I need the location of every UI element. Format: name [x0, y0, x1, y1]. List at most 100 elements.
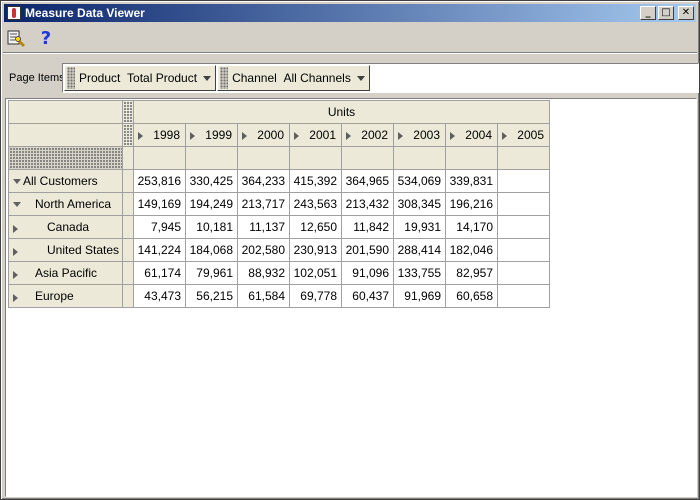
- expand-icon[interactable]: [13, 271, 18, 279]
- help-icon[interactable]: ?: [35, 27, 57, 49]
- data-cell[interactable]: 288,414: [393, 238, 446, 262]
- drag-handle-icon[interactable]: [122, 100, 134, 124]
- data-cell[interactable]: 194,249: [185, 192, 238, 216]
- data-cell[interactable]: 534,069: [393, 169, 446, 193]
- column-header-year[interactable]: 1998: [133, 123, 186, 147]
- product-dimension-chip[interactable]: Product Total Product: [64, 65, 217, 91]
- data-cell[interactable]: 7,945: [133, 215, 186, 239]
- expand-icon[interactable]: [13, 294, 18, 302]
- data-cell[interactable]: 133,755: [393, 261, 446, 285]
- data-cell[interactable]: 61,174: [133, 261, 186, 285]
- data-cell[interactable]: 364,965: [341, 169, 394, 193]
- expand-right-icon[interactable]: [450, 132, 455, 140]
- row-header[interactable]: North America: [8, 192, 123, 216]
- query-wizard-icon[interactable]: [5, 27, 27, 49]
- data-cell[interactable]: 415,392: [289, 169, 342, 193]
- data-cell[interactable]: 213,432: [341, 192, 394, 216]
- year-label: 2004: [465, 128, 492, 142]
- data-cell[interactable]: 79,961: [185, 261, 238, 285]
- data-cell[interactable]: 82,957: [445, 261, 498, 285]
- data-cell[interactable]: 230,913: [289, 238, 342, 262]
- drag-handle-icon[interactable]: [67, 67, 75, 89]
- expand-icon[interactable]: [13, 248, 18, 256]
- data-cell[interactable]: 61,584: [237, 284, 290, 308]
- close-button[interactable]: ✕: [678, 6, 694, 20]
- drag-handle-icon[interactable]: [122, 123, 134, 147]
- data-cell[interactable]: 10,181: [185, 215, 238, 239]
- data-cell[interactable]: 149,169: [133, 192, 186, 216]
- data-cell[interactable]: 308,345: [393, 192, 446, 216]
- column-header-year[interactable]: 2004: [445, 123, 498, 147]
- data-cell[interactable]: 184,068: [185, 238, 238, 262]
- data-cell[interactable]: 11,137: [237, 215, 290, 239]
- data-cell[interactable]: [497, 215, 550, 239]
- column-header-year[interactable]: 2005: [497, 123, 550, 147]
- data-cell[interactable]: 11,842: [341, 215, 394, 239]
- data-cell[interactable]: 196,216: [445, 192, 498, 216]
- drag-handle-icon[interactable]: [220, 67, 229, 89]
- row-header[interactable]: Canada: [8, 215, 123, 239]
- data-cell[interactable]: 56,215: [185, 284, 238, 308]
- row-header[interactable]: Asia Pacific: [8, 261, 123, 285]
- help-glyph: ?: [40, 27, 52, 49]
- expand-right-icon[interactable]: [502, 132, 507, 140]
- expand-right-icon[interactable]: [294, 132, 299, 140]
- channel-dimension-value: All Channels: [283, 71, 351, 85]
- expand-right-icon[interactable]: [190, 132, 195, 140]
- data-cell[interactable]: 243,563: [289, 192, 342, 216]
- column-header-year[interactable]: 1999: [185, 123, 238, 147]
- page-items-bar: Page Items Product Total Product Channel…: [9, 63, 699, 93]
- data-cell[interactable]: 12,650: [289, 215, 342, 239]
- expand-right-icon[interactable]: [398, 132, 403, 140]
- expand-right-icon[interactable]: [346, 132, 351, 140]
- row-header[interactable]: All Customers: [8, 169, 123, 193]
- row-header[interactable]: Europe: [8, 284, 123, 308]
- data-cell[interactable]: [497, 192, 550, 216]
- data-cell[interactable]: [497, 238, 550, 262]
- column-header-year[interactable]: 2000: [237, 123, 290, 147]
- data-cell[interactable]: 102,051: [289, 261, 342, 285]
- collapse-icon[interactable]: [13, 202, 21, 207]
- expand-right-icon[interactable]: [138, 132, 143, 140]
- data-cell[interactable]: 19,931: [393, 215, 446, 239]
- data-cell[interactable]: 91,969: [393, 284, 446, 308]
- header-strip: [445, 146, 498, 170]
- data-cell[interactable]: 330,425: [185, 169, 238, 193]
- data-cell[interactable]: [497, 284, 550, 308]
- column-header-year[interactable]: 2003: [393, 123, 446, 147]
- expand-icon[interactable]: [13, 225, 18, 233]
- data-cell[interactable]: 182,046: [445, 238, 498, 262]
- maximize-button[interactable]: □: [658, 6, 674, 20]
- chevron-down-icon[interactable]: [203, 75, 212, 81]
- data-cell[interactable]: 69,778: [289, 284, 342, 308]
- data-cell[interactable]: 339,831: [445, 169, 498, 193]
- data-cell[interactable]: 364,233: [237, 169, 290, 193]
- data-cell[interactable]: 141,224: [133, 238, 186, 262]
- data-cell[interactable]: 60,437: [341, 284, 394, 308]
- data-cell[interactable]: 43,473: [133, 284, 186, 308]
- page-items-drop-area[interactable]: Product Total Product Channel All Channe…: [62, 63, 699, 93]
- expand-right-icon[interactable]: [242, 132, 247, 140]
- title-bar[interactable]: Measure Data Viewer _ □ ✕: [4, 4, 696, 22]
- column-header-year[interactable]: 2002: [341, 123, 394, 147]
- data-cell[interactable]: 213,717: [237, 192, 290, 216]
- corner-cell: [8, 123, 123, 147]
- chevron-down-icon[interactable]: [356, 75, 365, 81]
- column-header-year[interactable]: 2001: [289, 123, 342, 147]
- data-cell[interactable]: 253,816: [133, 169, 186, 193]
- data-cell[interactable]: 91,096: [341, 261, 394, 285]
- year-label: 1998: [153, 128, 180, 142]
- close-icon: ✕: [681, 7, 691, 18]
- collapse-icon[interactable]: [13, 179, 21, 184]
- data-cell[interactable]: 14,170: [445, 215, 498, 239]
- data-cell[interactable]: 60,658: [445, 284, 498, 308]
- drag-handle-icon[interactable]: [8, 146, 123, 170]
- row-header[interactable]: United States: [8, 238, 123, 262]
- channel-dimension-chip[interactable]: Channel All Channels: [217, 65, 370, 91]
- data-cell[interactable]: 201,590: [341, 238, 394, 262]
- data-cell[interactable]: 202,580: [237, 238, 290, 262]
- data-cell[interactable]: [497, 169, 550, 193]
- minimize-button[interactable]: _: [640, 6, 656, 20]
- data-cell[interactable]: [497, 261, 550, 285]
- data-cell[interactable]: 88,932: [237, 261, 290, 285]
